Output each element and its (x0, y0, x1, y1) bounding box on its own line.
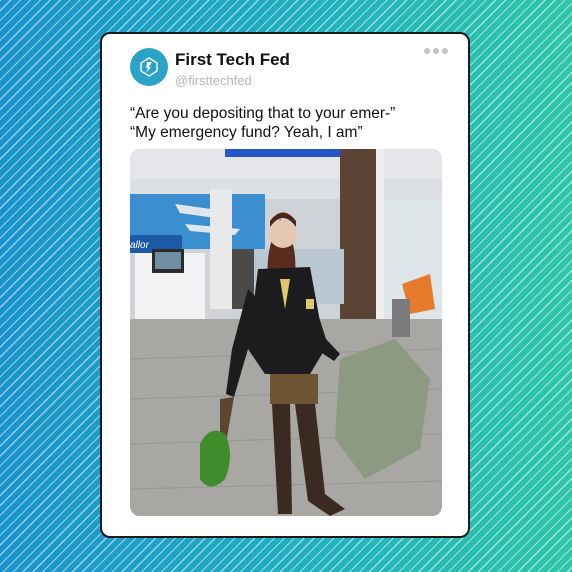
post-image[interactable]: allor (130, 149, 442, 516)
avatar[interactable] (130, 48, 168, 86)
account-handle[interactable]: @firsttechfed (175, 73, 252, 88)
caption-line-1: “Are you depositing that to your emer-” (130, 105, 396, 122)
more-options-icon[interactable] (424, 48, 448, 54)
post-card: First Tech Fed @firsttechfed “Are you de… (100, 32, 470, 538)
branch-lobby-photo: allor (130, 149, 442, 516)
dot (433, 48, 439, 54)
caption-line-2: “My emergency fund? Yeah, I am” (130, 124, 363, 141)
dot (424, 48, 430, 54)
wall-sign: allor (130, 240, 150, 251)
dot (442, 48, 448, 54)
account-name[interactable]: First Tech Fed (175, 50, 290, 70)
first-tech-fed-logo-icon (140, 57, 158, 77)
post-caption: “Are you depositing that to your emer-” … (130, 104, 450, 142)
